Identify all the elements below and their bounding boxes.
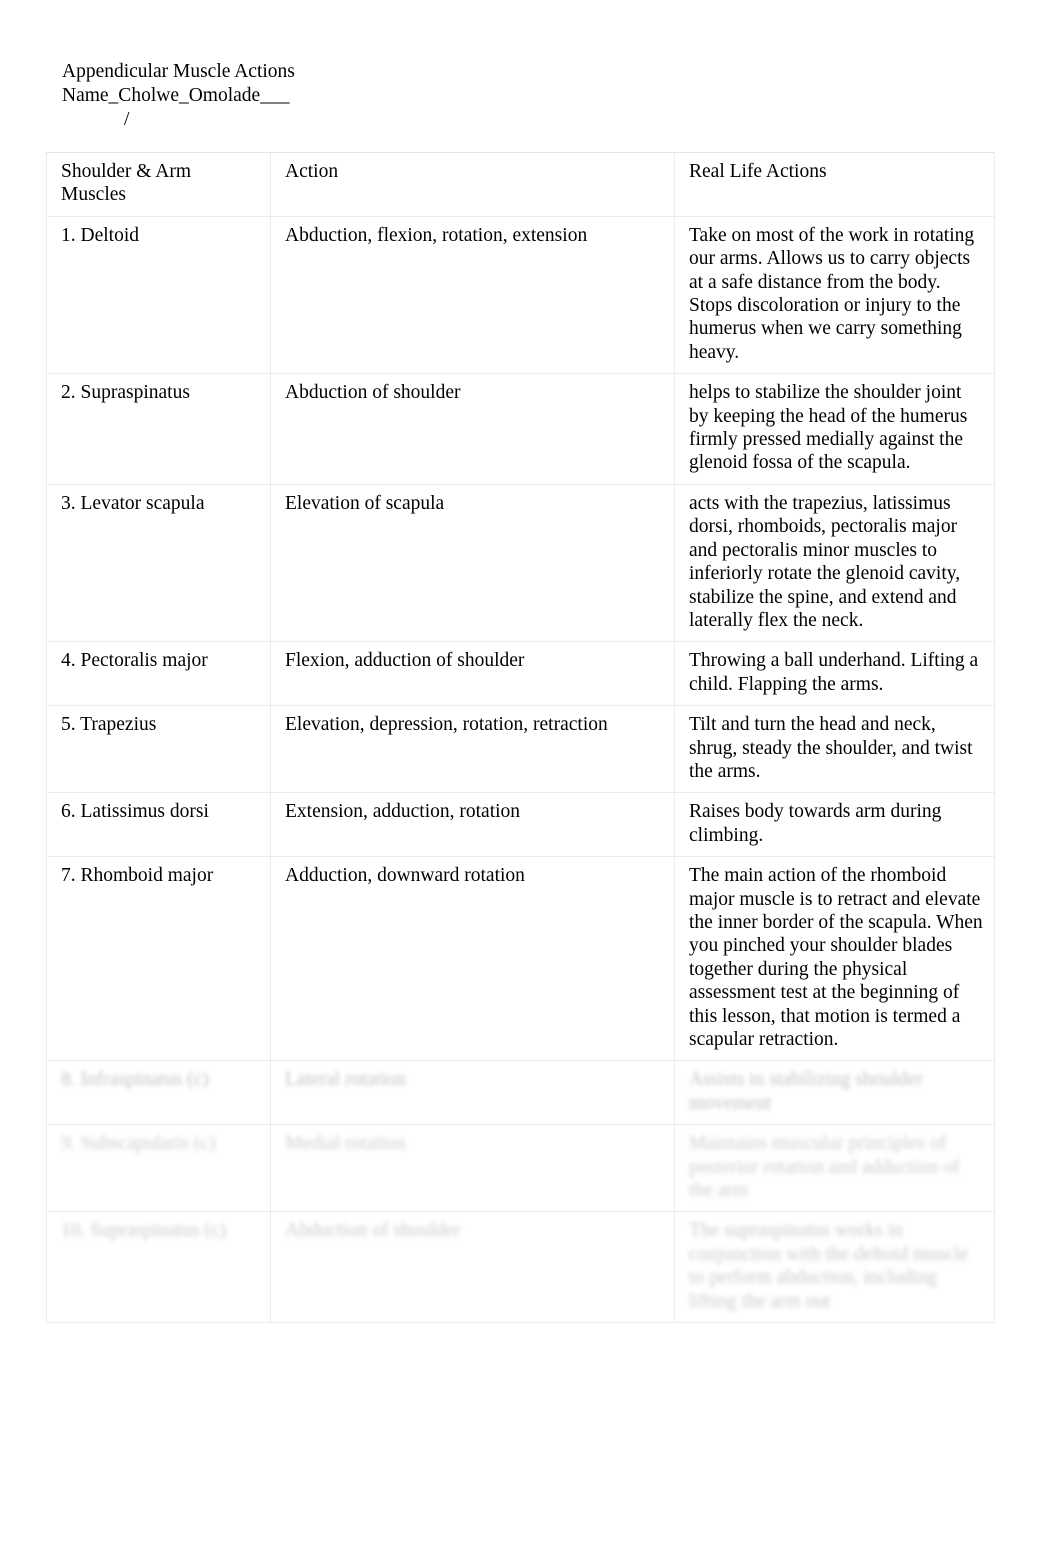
- cell-real-life: Maintains muscular principles of posteri…: [674, 1124, 995, 1213]
- table-row: 6. Latissimus dorsi Extension, adduction…: [46, 792, 995, 858]
- table-row: 5. Trapezius Elevation, depression, rota…: [46, 705, 995, 794]
- cell-real-life: helps to stabilize the shoulder joint by…: [674, 373, 995, 485]
- cell-action: Abduction of shoulder: [270, 373, 675, 485]
- document-header: Appendicular Muscle Actions Name_Cholwe_…: [62, 60, 922, 132]
- cell-real-life: Take on most of the work in rotating our…: [674, 215, 995, 375]
- cell-action: Medial rotation: [270, 1124, 675, 1213]
- table-row: 8. Infraspinatus (c) Lateral rotation As…: [46, 1060, 995, 1126]
- table-row: 9. Subscapularis (c) Medial rotation Mai…: [46, 1124, 995, 1213]
- table-head: Shoulder & Arm Muscles Action Real Life …: [46, 152, 995, 217]
- header-real-life: Real Life Actions: [674, 152, 995, 217]
- cell-muscle: 1. Deltoid: [46, 215, 271, 375]
- muscle-actions-table: Shoulder & Arm Muscles Action Real Life …: [46, 152, 995, 1324]
- cell-muscle: 8. Infraspinatus (c): [46, 1060, 271, 1126]
- muscle-table-container: Shoulder & Arm Muscles Action Real Life …: [46, 152, 995, 1324]
- cell-muscle: 2. Supraspinatus: [46, 373, 271, 485]
- cell-muscle: 7. Rhomboid major: [46, 856, 271, 1062]
- cell-action: Lateral rotation: [270, 1060, 675, 1126]
- document-page: Appendicular Muscle Actions Name_Cholwe_…: [0, 0, 1062, 1556]
- cell-action: Flexion, adduction of shoulder: [270, 641, 675, 707]
- cell-muscle: 4. Pectoralis major: [46, 641, 271, 707]
- table-row: 1. Deltoid Abduction, flexion, rotation,…: [46, 215, 995, 375]
- cell-action: Abduction, flexion, rotation, extension: [270, 215, 675, 375]
- table-row: 7. Rhomboid major Adduction, downward ro…: [46, 856, 995, 1062]
- cell-muscle: 6. Latissimus dorsi: [46, 792, 271, 858]
- table-body: 1. Deltoid Abduction, flexion, rotation,…: [46, 215, 995, 1324]
- document-title: Appendicular Muscle Actions: [62, 61, 295, 82]
- table-row: 2. Supraspinatus Abduction of shoulder h…: [46, 373, 995, 485]
- cell-muscle: 10. Supraspinatus (c): [46, 1211, 271, 1324]
- table-header-row: Shoulder & Arm Muscles Action Real Life …: [46, 152, 995, 217]
- cell-real-life: The main action of the rhomboid major mu…: [674, 856, 995, 1062]
- table-row: 3. Levator scapula Elevation of scapula …: [46, 483, 995, 643]
- cell-real-life: Throwing a ball underhand. Lifting a chi…: [674, 641, 995, 707]
- cell-action: Elevation, depression, rotation, retract…: [270, 705, 675, 794]
- cell-real-life: Assists in stabilizing shoulder movement: [674, 1060, 995, 1126]
- table-row: 10. Supraspinatus (c) Abduction of shoul…: [46, 1211, 995, 1324]
- cell-action: Elevation of scapula: [270, 483, 675, 643]
- header-muscle: Shoulder & Arm Muscles: [46, 152, 271, 217]
- header-action: Action: [270, 152, 675, 217]
- cell-action: Adduction, downward rotation: [270, 856, 675, 1062]
- student-name-line: Name_Cholwe_Omolade___: [62, 85, 290, 106]
- cell-muscle: 9. Subscapularis (c): [46, 1124, 271, 1213]
- cell-real-life: Tilt and turn the head and neck, shrug, …: [674, 705, 995, 794]
- cell-real-life: acts with the trapezius, latissimus dors…: [674, 483, 995, 643]
- cell-muscle: 5. Trapezius: [46, 705, 271, 794]
- table-row: 4. Pectoralis major Flexion, adduction o…: [46, 641, 995, 707]
- cell-action: Abduction of shoulder: [270, 1211, 675, 1324]
- cell-action: Extension, adduction, rotation: [270, 792, 675, 858]
- cell-muscle: 3. Levator scapula: [46, 483, 271, 643]
- slash-mark: /: [124, 109, 130, 130]
- cell-real-life: The supraspinatus works in conjunction w…: [674, 1211, 995, 1324]
- cell-real-life: Raises body towards arm during climbing.: [674, 792, 995, 858]
